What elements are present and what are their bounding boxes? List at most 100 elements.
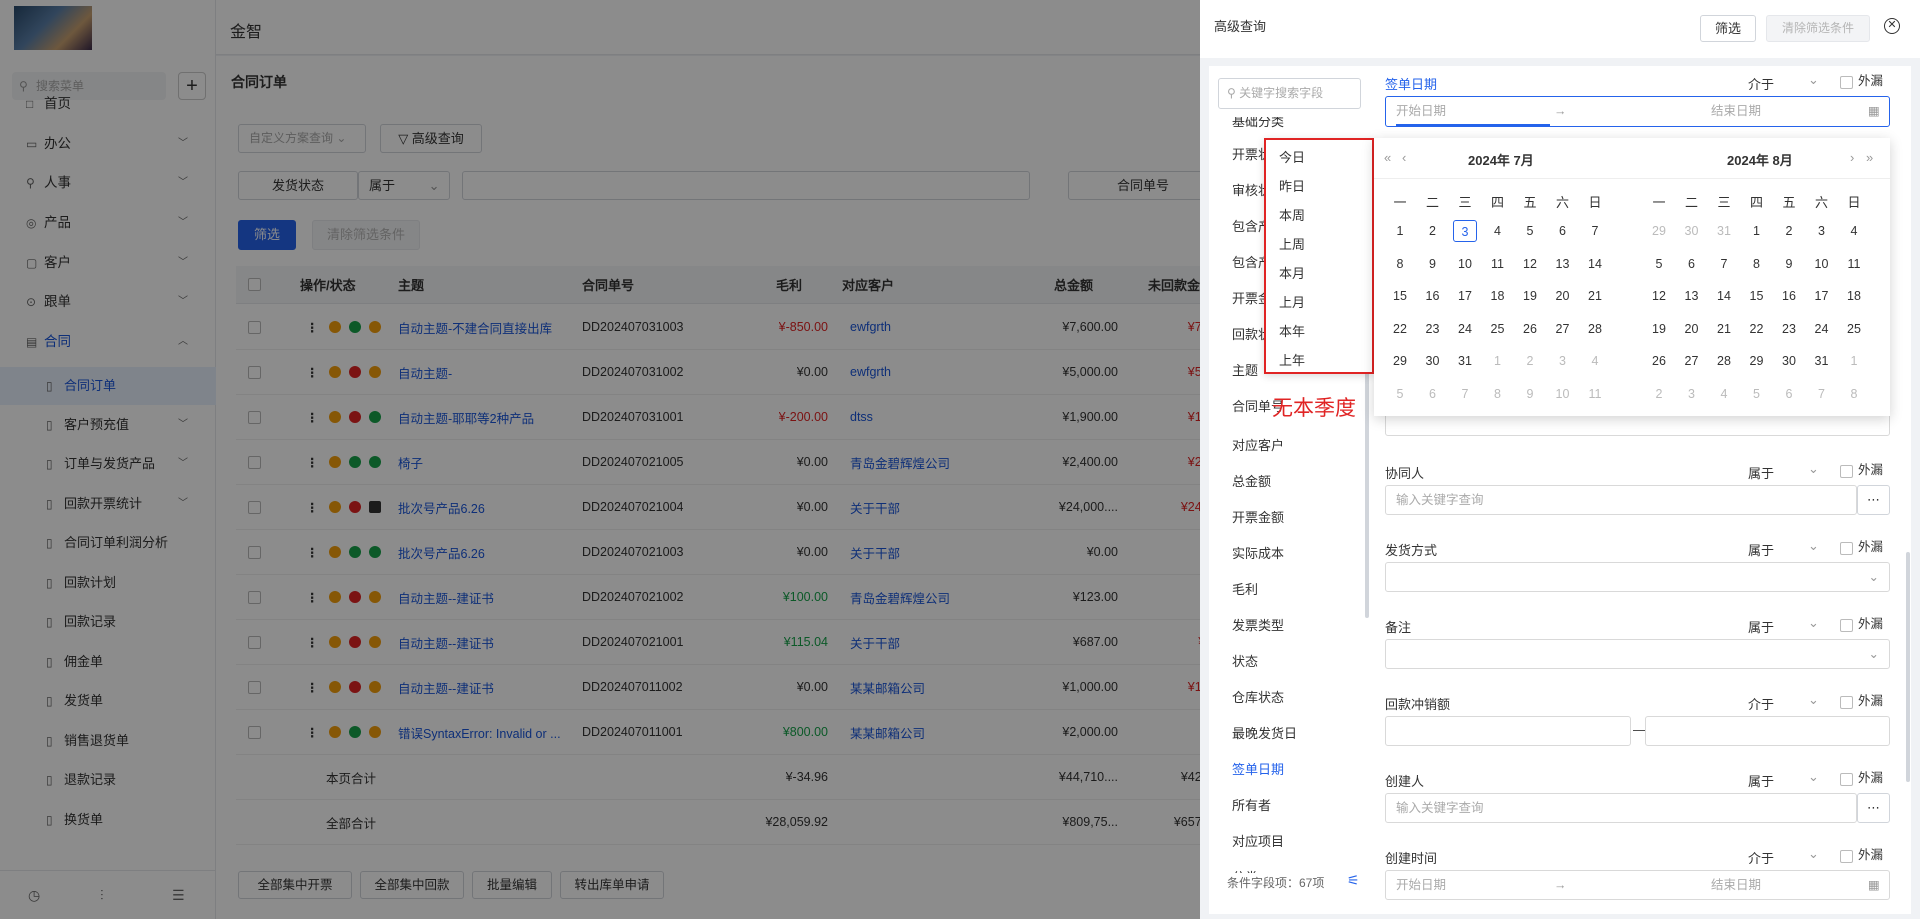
calendar-day[interactable]: 6 (1680, 253, 1704, 275)
more-options-button[interactable]: ⋯ (1857, 485, 1890, 515)
calendar-day[interactable]: 8 (1842, 383, 1866, 405)
panel-filter-button[interactable]: 筛选 (1700, 15, 1756, 42)
calendar-day[interactable]: 9 (1518, 383, 1542, 405)
calendar-day[interactable]: 28 (1712, 350, 1736, 372)
calendar-day[interactable]: 19 (1647, 318, 1671, 340)
calendar-day[interactable]: 3 (1680, 383, 1704, 405)
sign-date-op[interactable]: 介于 (1748, 74, 1774, 93)
calendar-day[interactable]: 6 (1777, 383, 1801, 405)
calendar-day[interactable]: 27 (1680, 350, 1704, 372)
calendar-day[interactable]: 12 (1518, 253, 1542, 275)
field-settings-icon[interactable]: ⚟ (1347, 872, 1360, 889)
condition-operator[interactable]: 介于 (1748, 848, 1774, 867)
calendar-day[interactable]: 29 (1745, 350, 1769, 372)
calendar-day[interactable]: 23 (1421, 318, 1445, 340)
field-search-input[interactable]: ⚲ 关键字搜索字段 (1218, 78, 1361, 109)
outside-checkbox[interactable] (1840, 773, 1853, 786)
calendar-day[interactable]: 5 (1745, 383, 1769, 405)
condition-operator[interactable]: 属于 (1748, 540, 1774, 559)
calendar-day[interactable]: 21 (1712, 318, 1736, 340)
calendar-day[interactable]: 23 (1777, 318, 1801, 340)
calendar-day[interactable]: 30 (1777, 350, 1801, 372)
calendar-day[interactable]: 14 (1712, 285, 1736, 307)
outside-checkbox[interactable] (1840, 619, 1853, 632)
calendar-day[interactable]: 16 (1777, 285, 1801, 307)
calendar-day[interactable]: 9 (1421, 253, 1445, 275)
calendar-day[interactable]: 22 (1745, 318, 1769, 340)
calendar-day[interactable]: 11 (1583, 383, 1607, 405)
calendar-day[interactable]: 4 (1842, 220, 1866, 242)
next-year-icon[interactable]: » (1866, 150, 1873, 165)
min-input[interactable] (1385, 716, 1631, 746)
calendar-day[interactable]: 5 (1388, 383, 1412, 405)
calendar-day[interactable]: 6 (1421, 383, 1445, 405)
calendar-day[interactable]: 3 (1453, 220, 1477, 242)
date-range-input[interactable]: 开始日期 → 结束日期 ▦ (1385, 870, 1890, 900)
select-input[interactable]: ⌄ (1385, 639, 1890, 669)
outside-checkbox[interactable] (1840, 465, 1853, 478)
calendar-day[interactable]: 17 (1810, 285, 1834, 307)
quick-range-item[interactable]: 上年 (1266, 346, 1372, 375)
more-options-button[interactable]: ⋯ (1857, 793, 1890, 823)
quick-range-item[interactable]: 本年 (1266, 317, 1372, 346)
outside-checkbox[interactable] (1840, 850, 1853, 863)
calendar-day[interactable]: 19 (1518, 285, 1542, 307)
calendar-day[interactable]: 9 (1777, 253, 1801, 275)
calendar-day[interactable]: 13 (1551, 253, 1575, 275)
calendar-day[interactable]: 25 (1842, 318, 1866, 340)
calendar-day[interactable]: 16 (1421, 285, 1445, 307)
next-month-icon[interactable]: › (1850, 150, 1854, 165)
calendar-day[interactable]: 4 (1583, 350, 1607, 372)
calendar-day[interactable]: 15 (1388, 285, 1412, 307)
quick-range-item[interactable]: 今日 (1266, 143, 1372, 172)
calendar-day[interactable]: 8 (1388, 253, 1412, 275)
calendar-day[interactable]: 4 (1712, 383, 1736, 405)
outside-checkbox[interactable] (1840, 542, 1853, 555)
quick-range-item[interactable]: 本月 (1266, 259, 1372, 288)
calendar-day[interactable]: 26 (1518, 318, 1542, 340)
calendar-day[interactable]: 3 (1551, 350, 1575, 372)
prev-year-icon[interactable]: « (1384, 150, 1391, 165)
calendar-day[interactable]: 11 (1486, 253, 1510, 275)
calendar-day[interactable]: 5 (1647, 253, 1671, 275)
calendar-day[interactable]: 14 (1583, 253, 1607, 275)
calendar-day[interactable]: 2 (1777, 220, 1801, 242)
calendar-day[interactable]: 21 (1583, 285, 1607, 307)
calendar-day[interactable]: 30 (1421, 350, 1445, 372)
sign-date-outside-checkbox[interactable] (1840, 76, 1853, 89)
field-list-item[interactable]: 总金额 (1232, 471, 1271, 490)
field-list-item[interactable]: 开票金额 (1232, 507, 1284, 526)
calendar-day[interactable]: 6 (1551, 220, 1575, 242)
calendar-day[interactable]: 1 (1745, 220, 1769, 242)
calendar-day[interactable]: 27 (1551, 318, 1575, 340)
field-list-item[interactable]: 对应项目 (1232, 831, 1284, 850)
field-list-item[interactable]: 状态 (1232, 651, 1258, 670)
calendar-day[interactable]: 20 (1551, 285, 1575, 307)
quick-range-item[interactable]: 上周 (1266, 230, 1372, 259)
calendar-day[interactable]: 4 (1486, 220, 1510, 242)
calendar-day[interactable]: 7 (1453, 383, 1477, 405)
field-list-item[interactable]: 毛利 (1232, 579, 1258, 598)
condition-operator[interactable]: 属于 (1748, 771, 1774, 790)
field-list-item[interactable]: 签单日期 (1232, 759, 1284, 778)
calendar-day[interactable]: 10 (1551, 383, 1575, 405)
calendar-day[interactable]: 26 (1647, 350, 1671, 372)
field-list-item[interactable]: 所有者 (1232, 795, 1271, 814)
field-list-item[interactable]: 对应客户 (1232, 435, 1284, 454)
condition-operator[interactable]: 介于 (1748, 694, 1774, 713)
calendar-day[interactable]: 10 (1453, 253, 1477, 275)
field-list-item[interactable]: 主题 (1232, 360, 1258, 379)
modal-overlay[interactable] (0, 0, 1200, 919)
calendar-day[interactable]: 18 (1486, 285, 1510, 307)
calendar-day[interactable]: 10 (1810, 253, 1834, 275)
max-input[interactable] (1645, 716, 1890, 746)
calendar-day[interactable]: 11 (1842, 253, 1866, 275)
calendar-day[interactable]: 7 (1583, 220, 1607, 242)
calendar-day[interactable]: 5 (1518, 220, 1542, 242)
field-list-item[interactable]: 最晚发货日 (1232, 723, 1297, 742)
calendar-day[interactable]: 31 (1810, 350, 1834, 372)
calendar-day[interactable]: 7 (1712, 253, 1736, 275)
panel-clear-button[interactable]: 清除筛选条件 (1766, 15, 1870, 42)
calendar-day[interactable]: 29 (1647, 220, 1671, 242)
calendar-day[interactable]: 2 (1647, 383, 1671, 405)
